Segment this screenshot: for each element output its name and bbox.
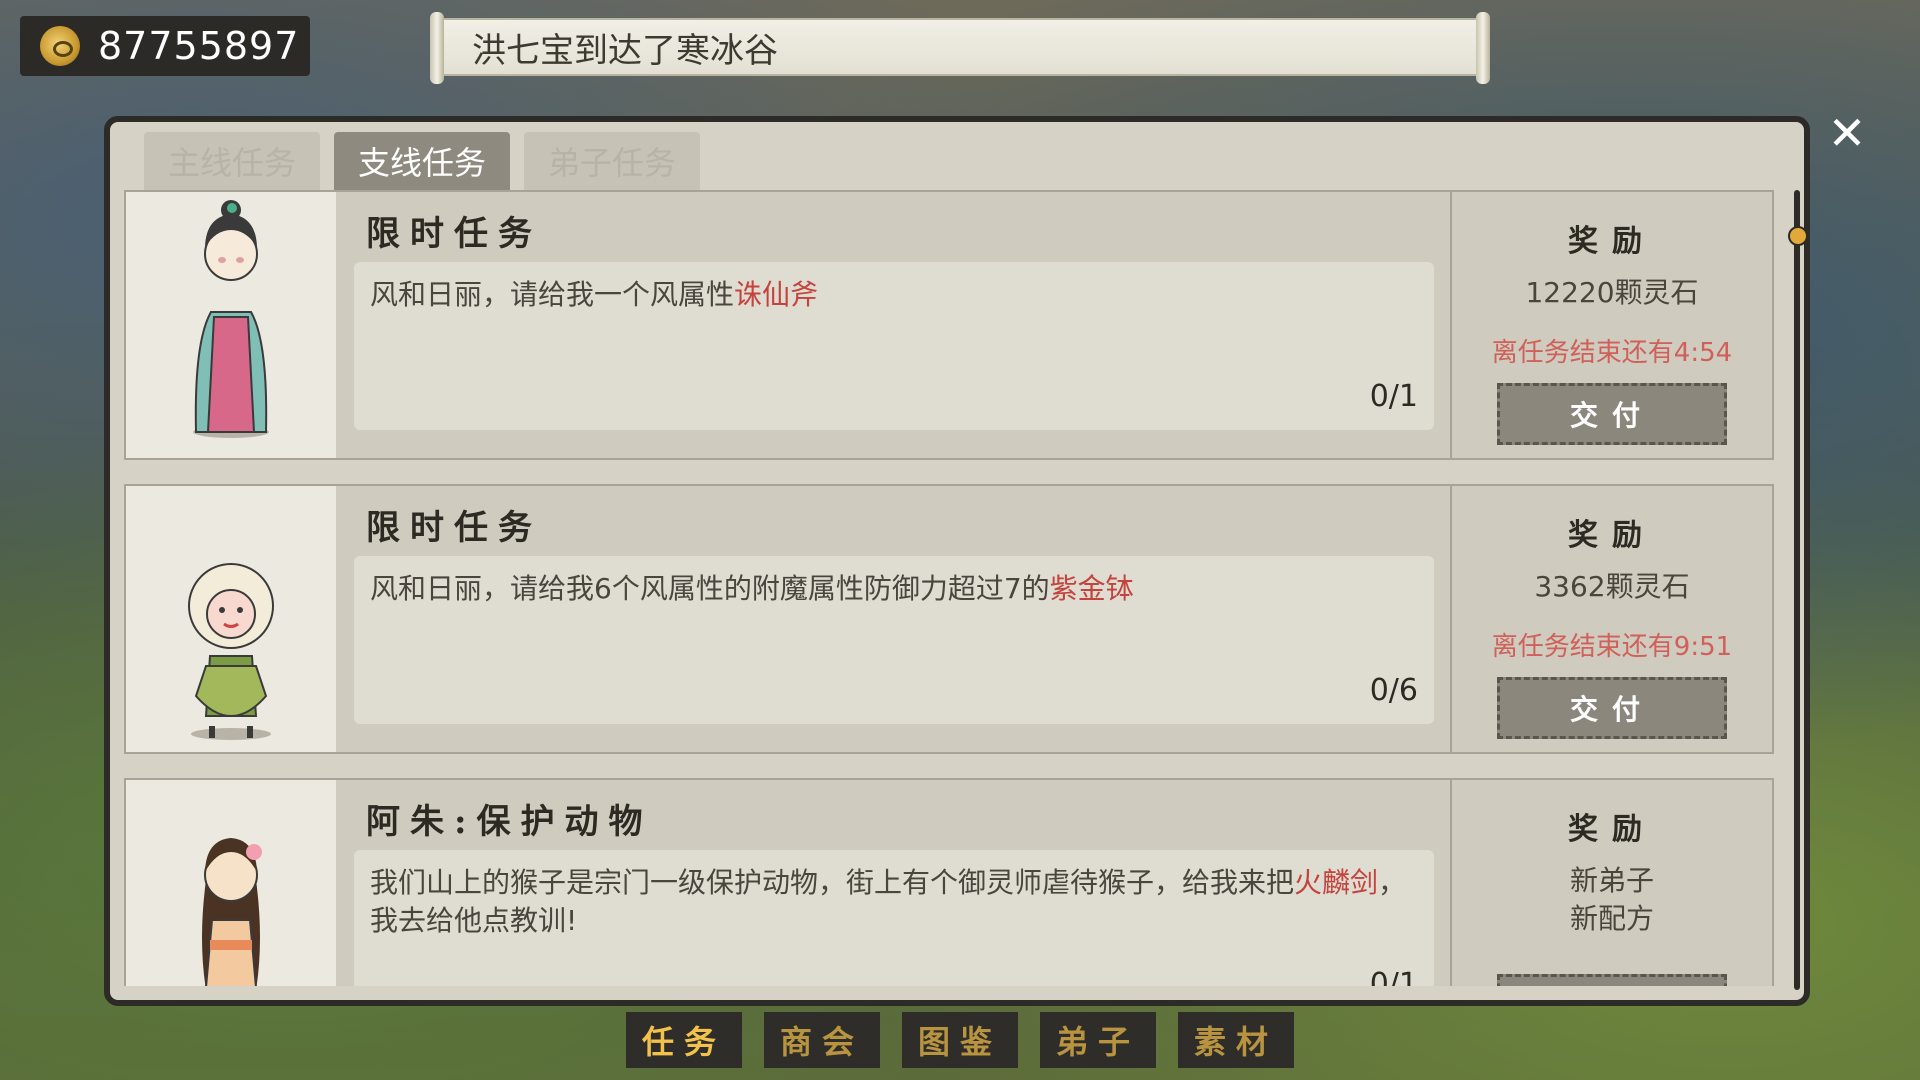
submit-button[interactable]: 交付 <box>1497 677 1727 739</box>
quest-progress: 0/1 <box>1369 379 1418 414</box>
currency-amount: 87755897 <box>98 24 300 68</box>
nav-codex[interactable]: 图鉴 <box>902 1012 1018 1068</box>
quest-timer: 离任务结束还有4:54 <box>1491 338 1733 368</box>
npc-azhu-figure <box>202 838 262 986</box>
reward-value: 12220颗灵石 <box>1525 276 1699 309</box>
reward-section: 奖励 12220颗灵石 离任务结束还有4:54 交付 <box>1450 192 1772 458</box>
quest-description: 风和日丽，请给我一个风属性诛仙斧 0/1 <box>354 262 1434 430</box>
currency-display: 87755897 <box>20 16 310 76</box>
npc-portrait <box>126 780 336 986</box>
quest-progress: 0/6 <box>1369 673 1418 708</box>
tab-disciple-quest[interactable]: 弟子任务 <box>524 132 700 190</box>
nav-guild[interactable]: 商会 <box>764 1012 880 1068</box>
desc-text: 风和日丽，请给我6个风属性的附魔属性防御力超过7的 <box>370 572 1050 605</box>
quest-progress: 0/1 <box>1369 967 1418 986</box>
reward-line: 新弟子 <box>1569 864 1654 897</box>
quest-row: 限时任务 风和日丽，请给我一个风属性诛仙斧 0/1 奖励 12220颗灵石 离任… <box>124 190 1774 460</box>
quest-tabs: 主线任务 支线任务 弟子任务 <box>144 132 700 190</box>
close-icon[interactable]: ✕ <box>1822 108 1872 158</box>
reward-value: 新弟子 新配方 <box>1452 862 1772 938</box>
scrollbar-thumb[interactable] <box>1788 226 1808 246</box>
required-item: 紫金钵 <box>1049 572 1134 605</box>
required-item: 诛仙斧 <box>734 278 819 311</box>
reward-section: 奖励 新弟子 新配方 <box>1450 780 1772 986</box>
desc-text: 我们山上的猴子是宗门一级保护动物，街上有个御灵师虐待猴子，给我来把 <box>370 866 1295 899</box>
reward-title: 奖励 <box>1568 812 1656 847</box>
notification-banner: 洪七宝到达了寒冰谷 <box>430 12 1490 84</box>
submit-button[interactable] <box>1497 974 1727 986</box>
npc-monkey-figure <box>188 563 274 740</box>
quest-list: 限时任务 风和日丽，请给我一个风属性诛仙斧 0/1 奖励 12220颗灵石 离任… <box>124 190 1774 986</box>
reward-line: 新配方 <box>1569 902 1654 935</box>
tab-side-quest[interactable]: 支线任务 <box>334 132 510 190</box>
desc-text: 风和日丽，请给我一个风属性 <box>370 278 735 311</box>
reward-title: 奖励 <box>1568 224 1656 259</box>
nav-disciples[interactable]: 弟子 <box>1040 1012 1156 1068</box>
quest-title: 阿朱:保护动物 <box>366 802 653 842</box>
quest-title: 限时任务 <box>366 214 542 254</box>
npc-portrait <box>126 486 336 752</box>
quest-title: 限时任务 <box>366 508 542 548</box>
reward-title: 奖励 <box>1568 518 1656 553</box>
tab-main-quest[interactable]: 主线任务 <box>144 132 320 190</box>
nav-quests[interactable]: 任务 <box>626 1012 742 1068</box>
bottom-nav: 任务 商会 图鉴 弟子 素材 <box>626 1012 1294 1068</box>
scrollbar[interactable] <box>1794 190 1800 990</box>
reward-section: 奖励 3362颗灵石 离任务结束还有9:51 交付 <box>1450 486 1772 752</box>
quest-row: 阿朱:保护动物 我们山上的猴子是宗门一级保护动物，街上有个御灵师虐待猴子，给我来… <box>124 778 1774 986</box>
required-item: 火麟剑 <box>1294 866 1379 899</box>
npc-lady-figure <box>193 200 269 438</box>
quest-description: 我们山上的猴子是宗门一级保护动物，街上有个御灵师虐待猴子，给我来把火麟剑，我去给… <box>354 850 1434 986</box>
quest-description: 风和日丽，请给我6个风属性的附魔属性防御力超过7的紫金钵 0/6 <box>354 556 1434 724</box>
reward-value: 3362颗灵石 <box>1534 570 1690 603</box>
nav-materials[interactable]: 素材 <box>1178 1012 1294 1068</box>
submit-button[interactable]: 交付 <box>1497 383 1727 445</box>
quest-row: 限时任务 风和日丽，请给我6个风属性的附魔属性防御力超过7的紫金钵 0/6 奖励… <box>124 484 1774 754</box>
npc-portrait <box>126 192 336 458</box>
coin-icon <box>40 26 80 66</box>
quest-timer: 离任务结束还有9:51 <box>1491 632 1733 662</box>
